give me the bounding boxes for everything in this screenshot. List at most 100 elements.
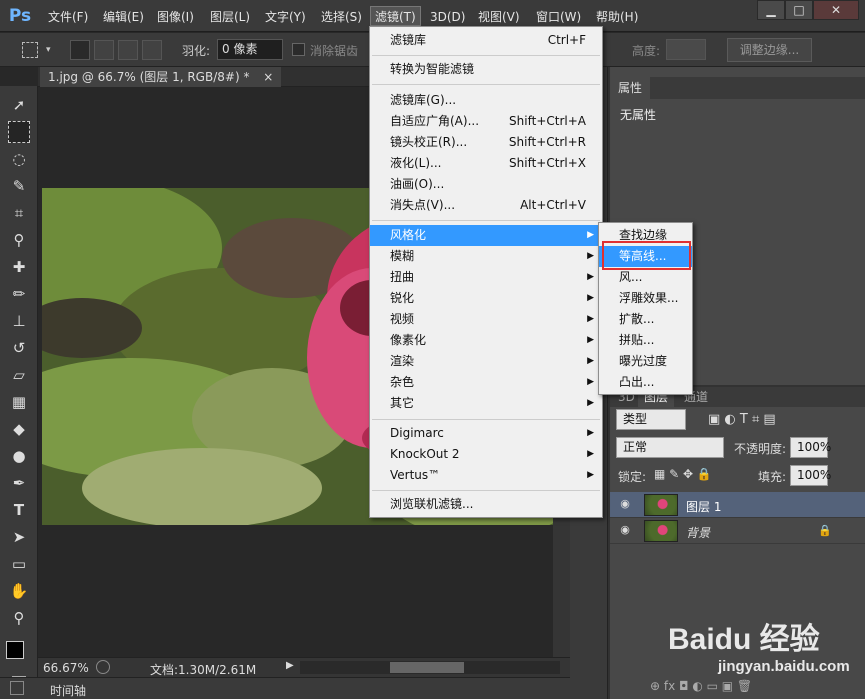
menu-item[interactable]: 扭曲 ▶ bbox=[370, 267, 602, 288]
menu-view[interactable]: 视图(V) bbox=[474, 7, 524, 27]
layer-row[interactable]: ◉ 背景 🔒 bbox=[610, 518, 865, 544]
menu-select[interactable]: 选择(S) bbox=[317, 7, 366, 27]
lock-icon: 🔒 bbox=[818, 524, 832, 537]
zoom-level[interactable]: 66.67% bbox=[43, 661, 89, 675]
path-select-tool-icon[interactable]: ➤ bbox=[8, 526, 30, 548]
menu-item[interactable]: 液化(L)... Shift+Ctrl+X bbox=[370, 153, 602, 174]
menu-layer[interactable]: 图层(L) bbox=[206, 7, 254, 27]
menu-item[interactable]: 油画(O)... bbox=[370, 174, 602, 195]
menu-item[interactable]: 其它 ▶ bbox=[370, 393, 602, 414]
menu-item[interactable]: 锐化 ▶ bbox=[370, 288, 602, 309]
menu-item-stylize[interactable]: 风格化 ▶ bbox=[370, 225, 602, 246]
blur-tool-icon[interactable]: ◆ bbox=[8, 418, 30, 440]
submenu-item[interactable]: 凸出... bbox=[599, 372, 692, 393]
status-info-icon[interactable] bbox=[96, 660, 110, 674]
rect-marquee-tool-icon[interactable] bbox=[8, 121, 30, 143]
menu-item[interactable]: 自适应广角(A)... Shift+Ctrl+A bbox=[370, 111, 602, 132]
pen-tool-icon[interactable]: ✒ bbox=[8, 472, 30, 494]
minimize-button[interactable]: ▁ bbox=[757, 0, 785, 20]
submenu-item[interactable]: 扩散... bbox=[599, 309, 692, 330]
healing-brush-tool-icon[interactable]: ✚ bbox=[8, 256, 30, 278]
menu-item[interactable]: 模糊 ▶ bbox=[370, 246, 602, 267]
menu-type[interactable]: 文字(Y) bbox=[261, 7, 310, 27]
horizontal-scrollbar[interactable] bbox=[300, 661, 560, 674]
submenu-item[interactable]: 浮雕效果... bbox=[599, 288, 692, 309]
lock-icons[interactable]: ▦ ✎ ✥ 🔒 bbox=[654, 467, 712, 481]
menu-filter[interactable]: 滤镜(T) bbox=[370, 6, 421, 26]
visibility-eye-icon[interactable]: ◉ bbox=[618, 523, 632, 537]
eyedropper-tool-icon[interactable]: ⚲ bbox=[8, 229, 30, 251]
status-menu-arrow-icon[interactable]: ▶ bbox=[286, 660, 294, 671]
fill-input[interactable]: 100% bbox=[790, 465, 831, 486]
menu-help[interactable]: 帮助(H) bbox=[592, 7, 642, 27]
tool-preset-dropdown-icon[interactable]: ▾ bbox=[46, 45, 51, 55]
layer-filter-select[interactable]: 类型 bbox=[616, 409, 686, 430]
layer-name[interactable]: 图层 1 bbox=[686, 498, 721, 515]
properties-tab[interactable]: 属性 bbox=[610, 77, 651, 99]
menu-item[interactable]: Vertus™ ▶ bbox=[370, 465, 602, 486]
opacity-input[interactable]: 100% bbox=[790, 437, 831, 458]
menu-edit[interactable]: 编辑(E) bbox=[99, 7, 148, 27]
marquee-tool-icon[interactable] bbox=[22, 42, 38, 58]
menu-item[interactable]: 视频 ▶ bbox=[370, 309, 602, 330]
menu-image[interactable]: 图像(I) bbox=[153, 7, 198, 27]
menu-item[interactable]: 滤镜库(G)... bbox=[370, 90, 602, 111]
lasso-tool-icon[interactable]: ◌ bbox=[8, 148, 30, 170]
blend-mode-select[interactable]: 正常 bbox=[616, 437, 724, 458]
zoom-tool-icon[interactable]: ⚲ bbox=[8, 607, 30, 629]
visibility-eye-icon[interactable]: ◉ bbox=[618, 497, 632, 511]
eraser-tool-icon[interactable]: ▱ bbox=[8, 364, 30, 386]
antialias-checkbox[interactable] bbox=[292, 43, 305, 56]
menu-item[interactable]: 消失点(V)... Alt+Ctrl+V bbox=[370, 195, 602, 216]
history-brush-tool-icon[interactable]: ↺ bbox=[8, 337, 30, 359]
quick-select-tool-icon[interactable]: ✎ bbox=[8, 175, 30, 197]
add-selection-icon[interactable] bbox=[94, 40, 114, 60]
refine-edge-button[interactable]: 调整边缘... bbox=[727, 38, 812, 62]
submenu-item[interactable]: 风... bbox=[599, 267, 692, 288]
status-bar: 66.67% 文档:1.30M/2.61M ▶ bbox=[38, 657, 570, 677]
height-label: 高度: bbox=[632, 44, 661, 58]
document-tab[interactable]: 1.jpg @ 66.7% (图层 1, RGB/8#) * × bbox=[40, 67, 282, 87]
height-input[interactable] bbox=[666, 39, 706, 60]
menu-window[interactable]: 窗口(W) bbox=[532, 7, 585, 27]
close-window-button[interactable]: ✕ bbox=[813, 0, 859, 20]
dodge-tool-icon[interactable]: ● bbox=[8, 445, 30, 467]
type-tool-icon[interactable]: T bbox=[8, 499, 30, 521]
move-tool-icon[interactable]: ➚ bbox=[8, 94, 30, 116]
document-size: 文档:1.30M/2.61M bbox=[150, 663, 257, 677]
hand-tool-icon[interactable]: ✋ bbox=[8, 580, 30, 602]
document-tab-close-icon[interactable]: × bbox=[263, 70, 273, 84]
submenu-item[interactable]: 曝光过度 bbox=[599, 351, 692, 372]
timeline-label[interactable]: 时间轴 bbox=[50, 682, 86, 699]
feather-input[interactable]: 0 像素 bbox=[217, 39, 283, 60]
menu-item[interactable]: 滤镜库 Ctrl+F bbox=[370, 30, 602, 51]
new-selection-icon[interactable] bbox=[70, 40, 90, 60]
layer-filter-icons[interactable]: ▣ ◐ T ⌗ ▤ bbox=[708, 412, 776, 427]
feather-label: 羽化: bbox=[182, 44, 211, 58]
menu-item[interactable]: 转换为智能滤镜 bbox=[370, 59, 602, 80]
brush-tool-icon[interactable]: ✏ bbox=[8, 283, 30, 305]
menu-item[interactable]: KnockOut 2 ▶ bbox=[370, 444, 602, 465]
menu-item[interactable]: 杂色 ▶ bbox=[370, 372, 602, 393]
menu-file[interactable]: 文件(F) bbox=[44, 7, 92, 27]
rectangle-tool-icon[interactable]: ▭ bbox=[8, 553, 30, 575]
menu-item[interactable]: 像素化 ▶ bbox=[370, 330, 602, 351]
foreground-color-swatch[interactable] bbox=[6, 641, 24, 659]
menu-item[interactable]: 渲染 ▶ bbox=[370, 351, 602, 372]
layer-filter-value: 类型 bbox=[623, 412, 648, 426]
horizontal-scroll-thumb[interactable] bbox=[390, 662, 464, 673]
submenu-arrow-icon: ▶ bbox=[587, 272, 594, 282]
menu-item[interactable]: 镜头校正(R)... Shift+Ctrl+R bbox=[370, 132, 602, 153]
menu-3d[interactable]: 3D(D) bbox=[426, 7, 469, 27]
submenu-item[interactable]: 拼贴... bbox=[599, 330, 692, 351]
menu-item[interactable]: 浏览联机滤镜... bbox=[370, 494, 602, 515]
clone-stamp-tool-icon[interactable]: ⊥ bbox=[8, 310, 30, 332]
subtract-selection-icon[interactable] bbox=[118, 40, 138, 60]
layer-name[interactable]: 背景 bbox=[686, 524, 710, 541]
intersect-selection-icon[interactable] bbox=[142, 40, 162, 60]
crop-tool-icon[interactable]: ⌗ bbox=[8, 202, 30, 224]
layer-row[interactable]: ◉ 图层 1 bbox=[610, 492, 865, 518]
restore-button[interactable]: □ bbox=[785, 0, 813, 20]
menu-item[interactable]: Digimarc ▶ bbox=[370, 423, 602, 444]
gradient-tool-icon[interactable]: ▦ bbox=[8, 391, 30, 413]
